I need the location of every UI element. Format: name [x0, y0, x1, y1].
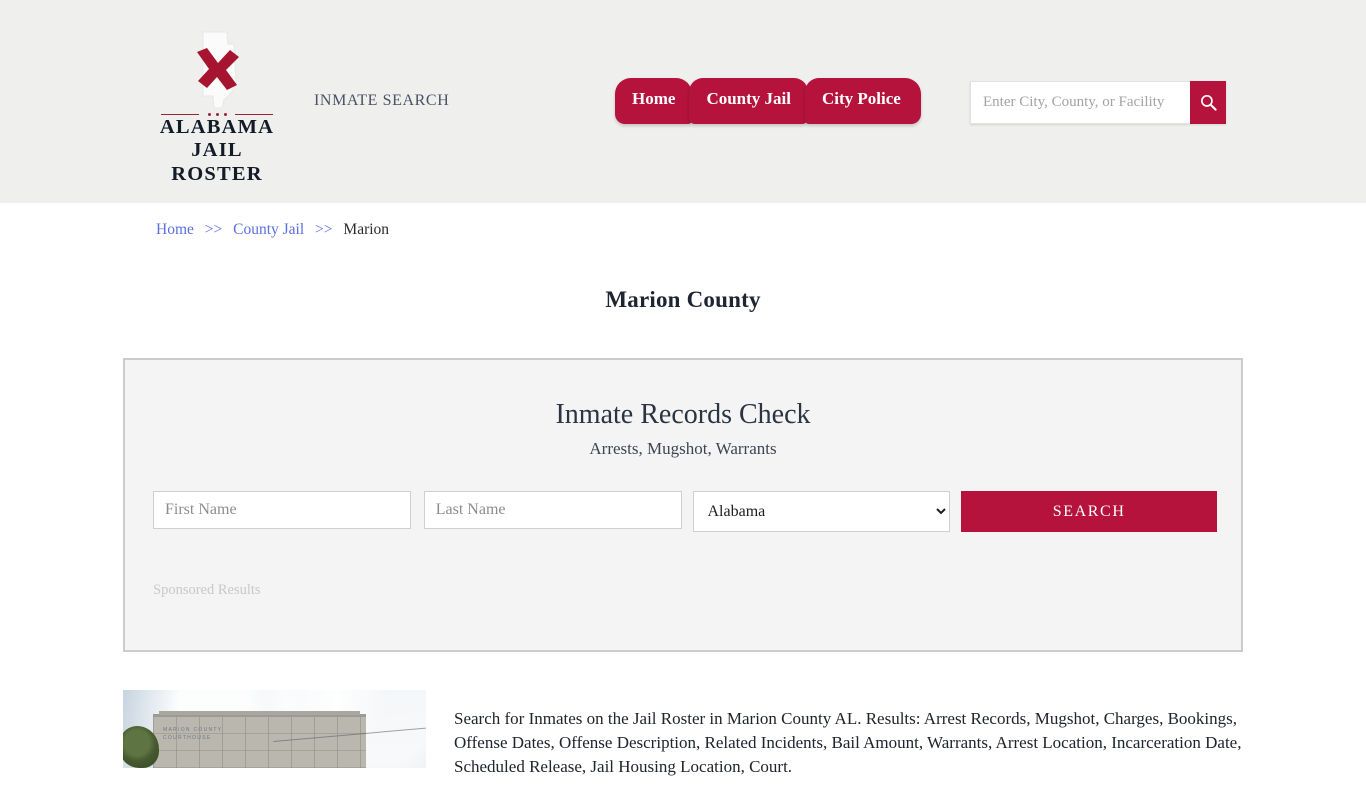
county-info-section: MARION COUNTY COURTHOUSE Search for Inma… — [123, 690, 1243, 796]
breadcrumb-separator: >> — [205, 221, 222, 238]
panel-subtitle: Arrests, Mugshot, Warrants — [125, 439, 1241, 459]
breadcrumb-item-home[interactable]: Home — [156, 221, 194, 238]
main-navigation: Home County Jail City Police — [615, 78, 918, 124]
county-description: Search for Inmates on the Jail Roster in… — [454, 707, 1243, 779]
nav-item-city-police[interactable]: City Police — [805, 78, 921, 124]
photo-building-grid — [153, 717, 366, 768]
breadcrumb-item-current: Marion — [343, 221, 389, 238]
panel-title: Inmate Records Check — [125, 399, 1241, 431]
logo-line-2: JAIL ROSTER — [152, 139, 282, 186]
site-tagline: INMATE SEARCH — [314, 92, 449, 110]
site-header: ALABAMA JAIL ROSTER INMATE SEARCH Home C… — [0, 0, 1366, 203]
courthouse-photo: MARION COUNTY COURTHOUSE — [123, 690, 426, 768]
nav-item-home[interactable]: Home — [615, 78, 692, 124]
alabama-state-outline-with-x-icon — [187, 30, 247, 112]
state-select[interactable]: Alabama — [693, 491, 951, 532]
inmate-search-form: Alabama SEARCH — [153, 491, 1217, 532]
header-search-button[interactable] — [1190, 81, 1226, 124]
photo-building-sign: MARION COUNTY COURTHOUSE — [163, 726, 222, 742]
breadcrumb: Home >> County Jail >> Marion — [156, 221, 389, 239]
header-search-input[interactable] — [970, 81, 1190, 124]
photo-sign-line-2: COURTHOUSE — [163, 734, 222, 742]
header-search — [970, 81, 1226, 124]
logo-line-1: ALABAMA — [152, 116, 282, 139]
site-logo[interactable]: ALABAMA JAIL ROSTER — [152, 30, 282, 186]
breadcrumb-item-county-jail[interactable]: County Jail — [233, 221, 304, 238]
breadcrumb-separator: >> — [315, 221, 332, 238]
first-name-input[interactable] — [153, 491, 411, 529]
search-submit-button[interactable]: SEARCH — [961, 491, 1217, 532]
sponsored-results-label: Sponsored Results — [153, 582, 261, 599]
nav-item-county-jail[interactable]: County Jail — [689, 78, 808, 124]
page-title: Marion County — [0, 287, 1366, 313]
search-icon — [1199, 93, 1218, 112]
photo-building: MARION COUNTY COURTHOUSE — [153, 714, 366, 768]
photo-sign-line-1: MARION COUNTY — [163, 726, 222, 734]
inmate-records-check-panel: Inmate Records Check Arrests, Mugshot, W… — [123, 358, 1243, 652]
last-name-input[interactable] — [424, 491, 682, 529]
